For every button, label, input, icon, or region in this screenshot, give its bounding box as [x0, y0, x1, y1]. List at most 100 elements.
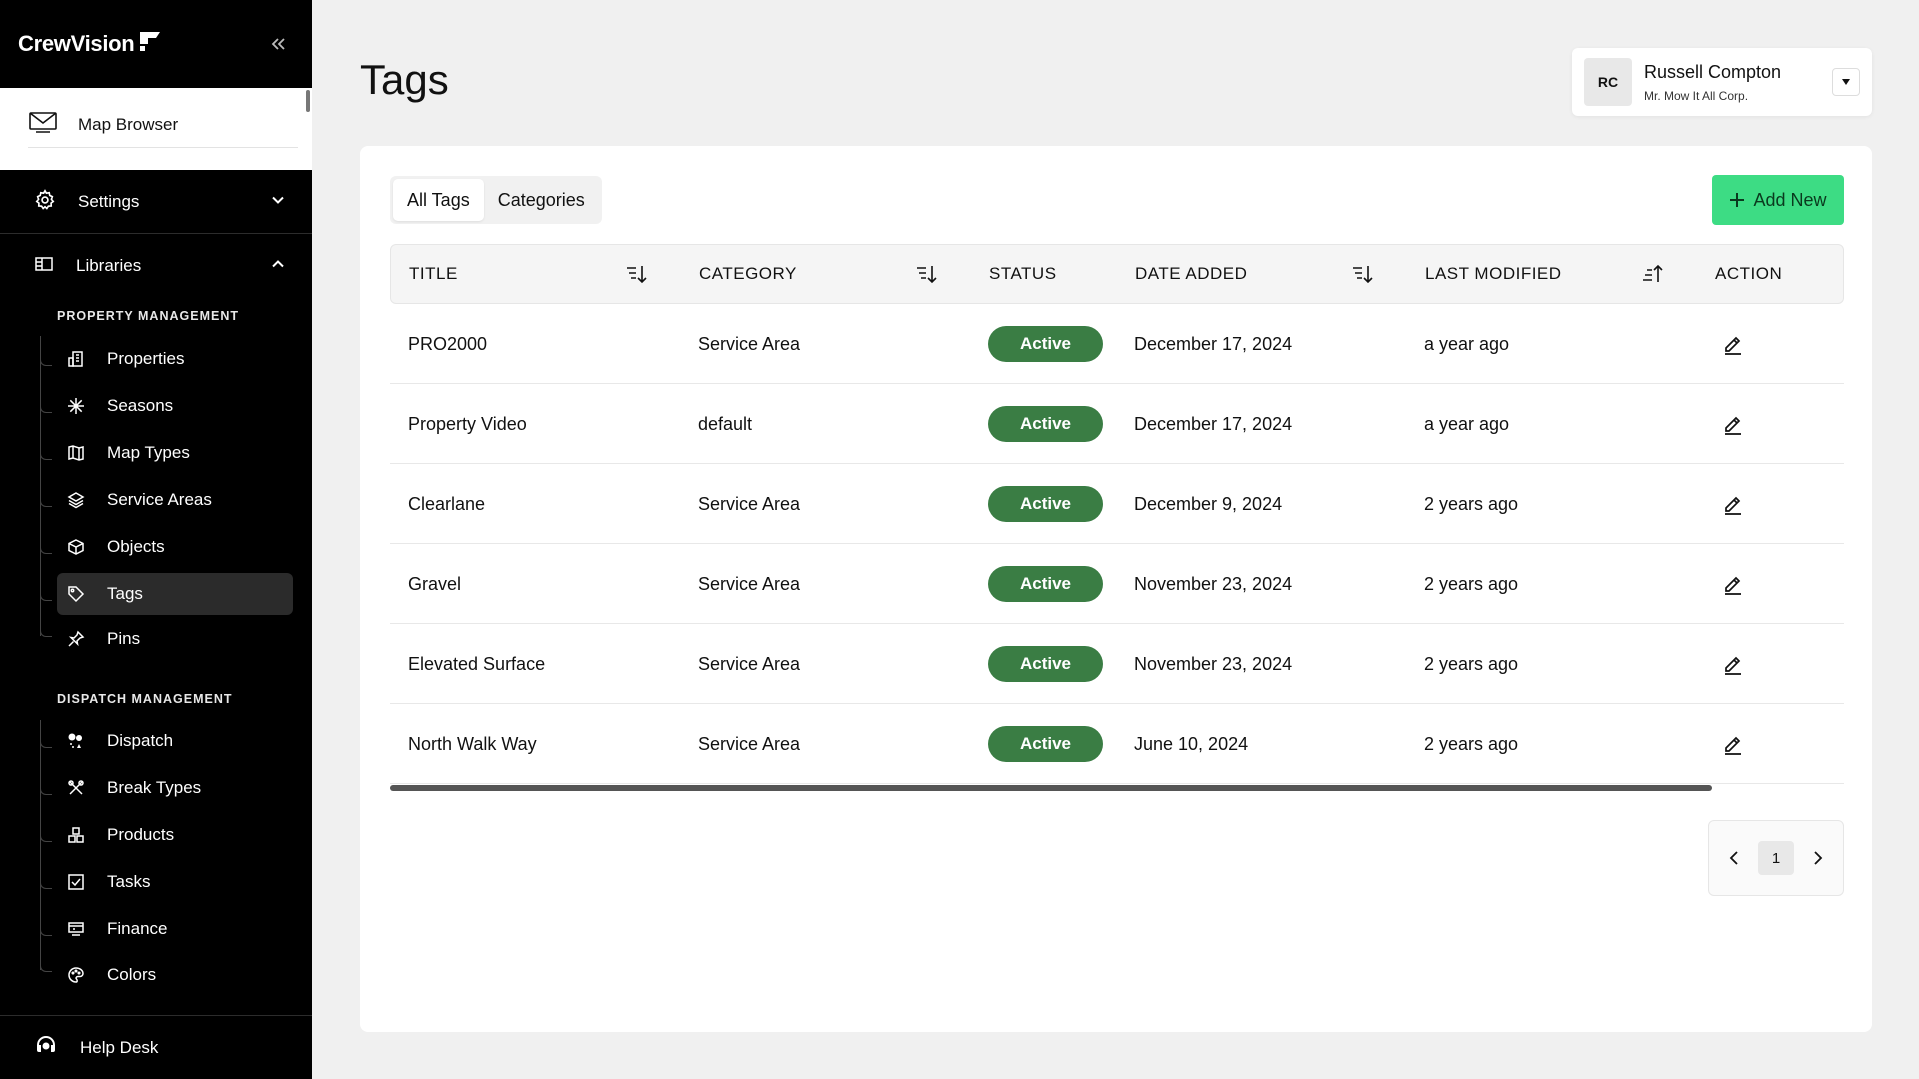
finance-icon	[65, 918, 87, 940]
tree-elbow	[40, 403, 52, 413]
cell-date-added: December 17, 2024	[1134, 413, 1293, 434]
edit-icon[interactable]	[1720, 571, 1746, 597]
edit-icon[interactable]	[1720, 651, 1746, 677]
status-badge: Active	[988, 326, 1103, 362]
sidebar-item-objects[interactable]: Objects	[57, 526, 293, 568]
table-horizontal-scrollbar[interactable]	[390, 785, 1712, 791]
plus-icon	[1730, 193, 1745, 207]
checkbox-icon	[65, 871, 87, 893]
cell-category: Service Area	[698, 493, 801, 514]
map-icon	[65, 442, 87, 464]
user-menu[interactable]: RC Russell Compton Mr. Mow It All Corp.	[1572, 48, 1872, 116]
cube-icon	[65, 536, 87, 558]
cell-last-modified: 2 years ago	[1424, 573, 1519, 594]
tree-elbow	[40, 450, 52, 460]
cell-category: Service Area	[698, 653, 801, 674]
gear-icon	[34, 188, 56, 216]
sidebar-scrollbar[interactable]	[306, 90, 310, 112]
sidebar-item-service-areas[interactable]: Service Areas	[57, 479, 293, 521]
tree-elbow	[40, 962, 52, 972]
sort-descending-icon[interactable]	[1351, 263, 1375, 285]
add-new-button[interactable]: Add New	[1712, 175, 1844, 225]
sidebar-item-tags[interactable]: Tags	[57, 573, 293, 615]
sidebar-item-tasks[interactable]: Tasks	[57, 861, 293, 903]
sidebar-item-label: Dispatch	[107, 731, 174, 750]
tab-categories[interactable]: Categories	[484, 179, 599, 221]
cell-title: Property Video	[408, 413, 527, 434]
libraries-section[interactable]: Libraries	[0, 235, 312, 297]
tree-elbow	[40, 356, 52, 366]
sidebar-item-seasons[interactable]: Seasons	[57, 385, 293, 427]
sort-ascending-icon[interactable]	[1641, 263, 1665, 285]
library-icon	[34, 255, 54, 278]
property-management-heading: PROPERTY MANAGEMENT	[57, 309, 239, 323]
cell-category: Service Area	[698, 573, 801, 594]
table-row: North Walk Way Service Area Active June …	[390, 704, 1844, 784]
col-title: TITLE	[409, 264, 458, 283]
tree-elbow	[40, 544, 52, 554]
tags-table: TITLE CATEGORY STATUS DATE ADDED LAST MO…	[390, 244, 1844, 784]
cell-action	[1720, 544, 1746, 624]
edit-icon[interactable]	[1720, 491, 1746, 517]
edit-icon[interactable]	[1720, 411, 1746, 437]
brand-logo[interactable]: CrewVision	[18, 31, 162, 57]
collapse-sidebar-icon[interactable]	[266, 32, 290, 56]
cell-action	[1720, 304, 1746, 384]
page-number[interactable]: 1	[1758, 841, 1794, 875]
cell-title: Elevated Surface	[408, 653, 546, 674]
sidebar-item-label: Tasks	[107, 872, 151, 891]
col-action: ACTION	[1715, 264, 1783, 283]
sidebar-item-products[interactable]: Products	[57, 814, 293, 856]
cell-status: Active	[988, 704, 1103, 784]
pin-icon	[65, 628, 87, 650]
tree-elbow	[40, 497, 52, 507]
cell-date-added: December 9, 2024	[1134, 493, 1283, 514]
sort-descending-icon[interactable]	[915, 263, 939, 285]
chevron-right-icon[interactable]	[1808, 848, 1828, 868]
sidebar-item-label: Service Areas	[107, 490, 212, 509]
sidebar-item-finance[interactable]: Finance	[57, 908, 293, 950]
cell-action	[1720, 464, 1746, 544]
palette-icon	[65, 964, 87, 986]
brand-flag-icon	[140, 32, 161, 51]
cell-date-added: June 10, 2024	[1134, 733, 1249, 754]
status-badge: Active	[988, 406, 1103, 442]
table-row: PRO2000 Service Area Active December 17,…	[390, 304, 1844, 384]
cell-status: Active	[988, 304, 1103, 384]
cell-action	[1720, 704, 1746, 784]
settings-section[interactable]: Settings	[0, 171, 312, 233]
table-row: Gravel Service Area Active November 23, …	[390, 544, 1844, 624]
sort-descending-icon[interactable]	[625, 263, 649, 285]
chevron-left-icon[interactable]	[1724, 848, 1744, 868]
tree-elbow	[40, 627, 52, 637]
table-header: TITLE CATEGORY STATUS DATE ADDED LAST MO…	[390, 244, 1844, 304]
sidebar-item-label: Pins	[107, 629, 141, 648]
caret-down-icon[interactable]	[1832, 68, 1860, 96]
building-icon	[65, 348, 87, 370]
sidebar-item-colors[interactable]: Colors	[57, 954, 293, 996]
sidebar-item-map-types[interactable]: Map Types	[57, 432, 293, 474]
col-last-modified: LAST MODIFIED	[1425, 264, 1562, 283]
map-browser-link[interactable]: Map Browser	[0, 88, 312, 170]
sidebar-item-dispatch[interactable]: Dispatch	[57, 720, 293, 762]
sidebar-item-properties[interactable]: Properties	[57, 338, 293, 380]
sidebar-item-label: Finance	[107, 919, 168, 938]
tags-panel: All Tags Categories Add New TITLE CATEGO…	[360, 146, 1872, 1032]
sidebar-item-break-types[interactable]: Break Types	[57, 767, 293, 809]
cell-category: Service Area	[698, 333, 801, 354]
status-badge: Active	[988, 646, 1103, 682]
table-row: Elevated Surface Service Area Active Nov…	[390, 624, 1844, 704]
cell-date-added: November 23, 2024	[1134, 573, 1293, 594]
tree-elbow	[40, 785, 52, 795]
help-desk-link[interactable]: Help Desk	[0, 1015, 312, 1079]
sidebar-item-pins[interactable]: Pins	[57, 618, 293, 660]
tree-elbow	[40, 738, 52, 748]
help-desk-label: Help Desk	[80, 1037, 159, 1057]
status-badge: Active	[988, 486, 1103, 522]
cell-last-modified: a year ago	[1424, 333, 1510, 354]
edit-icon[interactable]	[1720, 331, 1746, 357]
brand-bar: CrewVision	[0, 0, 312, 88]
tab-all-tags[interactable]: All Tags	[393, 179, 484, 221]
user-org: Mr. Mow It All Corp.	[1644, 88, 1749, 103]
edit-icon[interactable]	[1720, 731, 1746, 757]
